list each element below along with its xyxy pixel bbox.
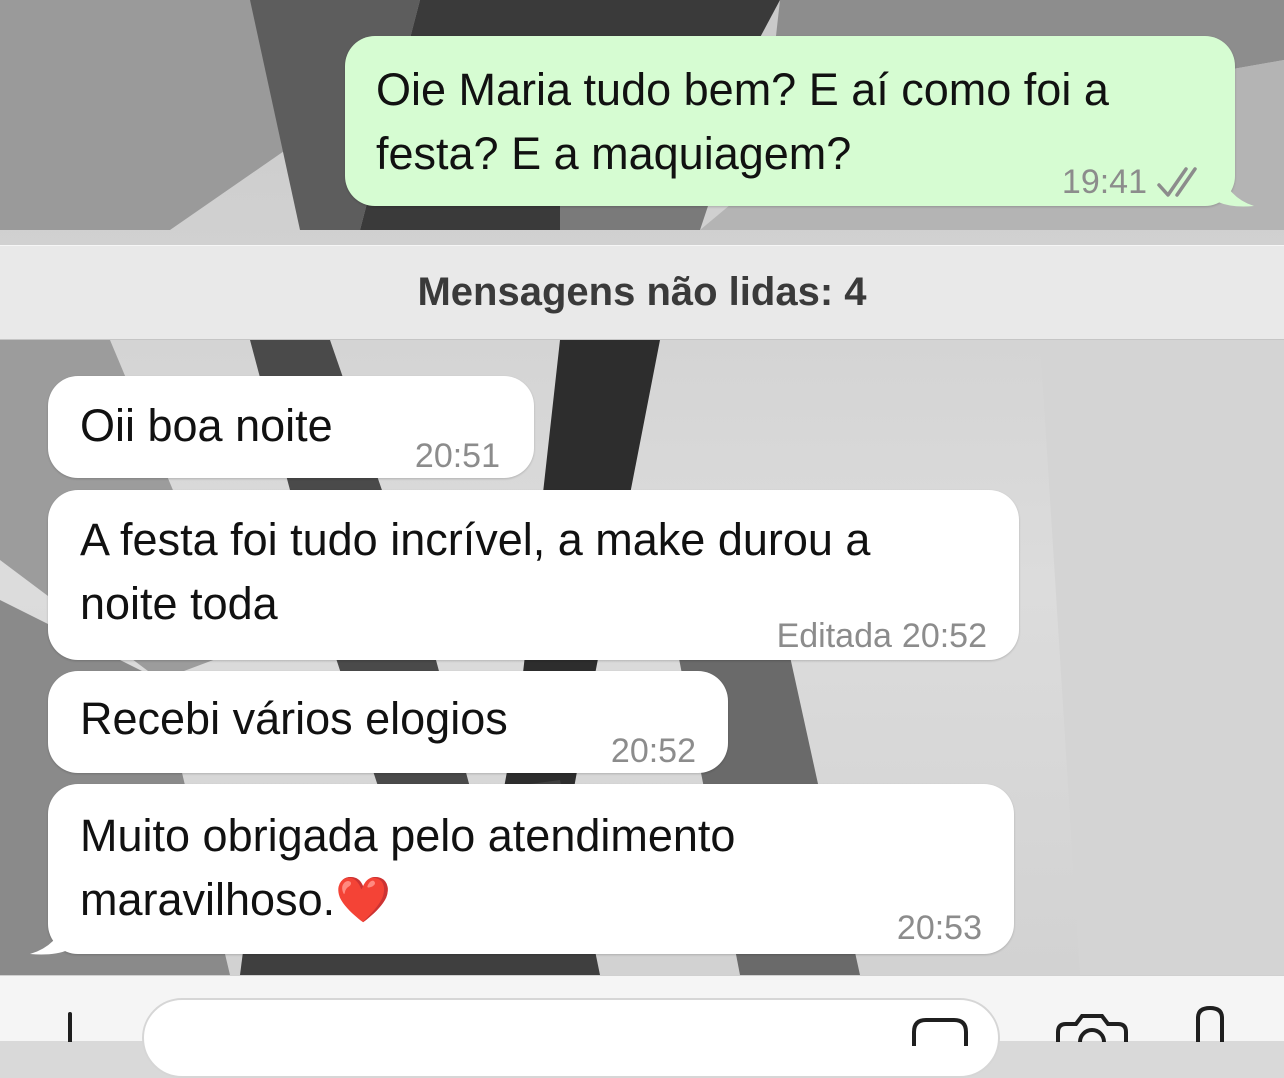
message-meta: 19:41 bbox=[1062, 150, 1207, 214]
message-time: 20:52 bbox=[610, 732, 696, 770]
message-meta: 20:53 bbox=[897, 896, 982, 960]
incoming-message[interactable]: Oii boa noite 20:51 bbox=[48, 376, 534, 478]
edited-label: Editada bbox=[776, 617, 892, 655]
message-text-field[interactable] bbox=[142, 998, 1000, 1078]
message-text: Oii boa noite bbox=[80, 400, 333, 451]
heart-emoji: ❤️ bbox=[335, 874, 392, 925]
plus-icon[interactable] bbox=[48, 1012, 92, 1042]
message-meta: 20:52 bbox=[611, 719, 696, 783]
microphone-icon[interactable] bbox=[1192, 1004, 1228, 1042]
message-meta: Editada 20:52 bbox=[777, 604, 987, 668]
unread-messages-banner: Mensagens não lidas: 4 bbox=[0, 245, 1284, 340]
incoming-bubble-tail bbox=[30, 916, 68, 955]
outgoing-bubble-tail bbox=[1218, 168, 1254, 207]
incoming-message[interactable]: A festa foi tudo incrível, a make durou … bbox=[48, 490, 1019, 660]
message-text: Muito obrigada pelo atendimento maravilho… bbox=[80, 810, 736, 925]
sticker-icon[interactable] bbox=[910, 1016, 970, 1046]
message-meta: 20:51 bbox=[415, 424, 500, 488]
message-text: A festa foi tudo incrível, a make durou … bbox=[80, 514, 871, 629]
message-time: 20:52 bbox=[901, 617, 987, 655]
message-text: Recebi vários elogios bbox=[80, 693, 508, 744]
message-input-bar bbox=[0, 975, 1284, 1078]
incoming-message[interactable]: Muito obrigada pelo atendimento maravilho… bbox=[48, 784, 1014, 954]
message-text: Oie Maria tudo bem? E aí como foi a festa… bbox=[376, 64, 1109, 179]
message-time: 20:51 bbox=[414, 437, 500, 475]
outgoing-message[interactable]: Oie Maria tudo bem? E aí como foi a festa… bbox=[345, 36, 1235, 206]
unread-messages-label: Mensagens não lidas: 4 bbox=[417, 270, 867, 314]
message-time: 19:41 bbox=[1061, 163, 1147, 201]
incoming-message[interactable]: Recebi vários elogios 20:52 bbox=[48, 671, 728, 773]
message-time: 20:53 bbox=[896, 909, 982, 947]
camera-icon[interactable] bbox=[1054, 1012, 1130, 1042]
double-check-icon bbox=[1157, 167, 1197, 197]
